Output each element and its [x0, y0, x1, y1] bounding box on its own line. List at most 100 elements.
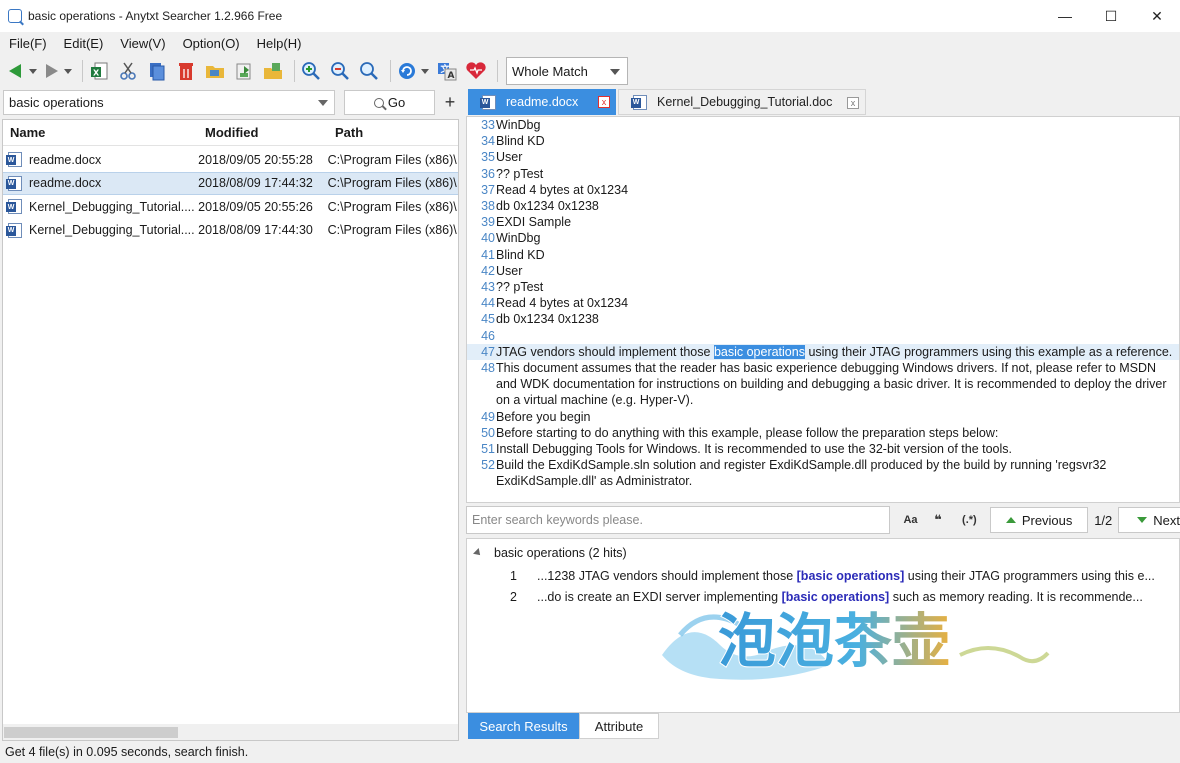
result-keyword: [basic operations] [781, 589, 890, 604]
file-row-selected[interactable]: readme.docx 2018/08/09 17:44:32 C:\Progr… [3, 171, 458, 195]
open-with-icon[interactable] [261, 59, 285, 83]
tab-attribute[interactable]: Attribute [579, 713, 659, 739]
file-name: readme.docx [29, 176, 102, 191]
cut-icon[interactable] [116, 59, 140, 83]
menu-edit[interactable]: Edit(E) [59, 36, 109, 51]
word-doc-icon [631, 94, 647, 110]
forward-icon[interactable] [43, 59, 61, 83]
result-snippet: ...do is create an EXDI server implement… [537, 589, 1143, 604]
next-button[interactable]: Next [1118, 507, 1180, 533]
file-list-header: Name Modified Path [3, 120, 458, 146]
line-number: 50 [481, 425, 495, 440]
scrollbar-thumb[interactable] [4, 727, 178, 738]
preview-line: 52 Build the ExdiKdSample.sln solution an… [467, 457, 1179, 489]
status-text: Get 4 file(s) in 0.095 seconds, search f… [5, 745, 249, 759]
back-dropdown-icon[interactable] [29, 68, 37, 74]
zoom-reset-icon[interactable] [357, 59, 381, 83]
file-name: Kernel_Debugging_Tutorial.... [29, 199, 195, 214]
keyword-highlight: basic operations [713, 344, 805, 359]
close-tab-icon[interactable]: x [847, 97, 859, 109]
line-number: 44 [481, 296, 495, 311]
file-path: C:\Program Files (x86)\ [327, 176, 457, 191]
close-button[interactable]: ✕ [1134, 0, 1180, 32]
preview-line: 50 Before starting to do anything with th… [467, 425, 1179, 441]
column-header-modified[interactable]: Modified [199, 125, 329, 140]
previous-button[interactable]: Previous [990, 507, 1089, 533]
next-label: Next [1153, 512, 1180, 528]
file-list: Name Modified Path readme.docx 2018/09/0… [2, 119, 459, 741]
preview-line: 39 EXDI Sample [467, 214, 1179, 230]
whole-word-toggle[interactable]: ❝ [929, 512, 946, 528]
file-row[interactable]: Kernel_Debugging_Tutorial.... 2018/08/09… [3, 219, 458, 243]
menu-bar: File(F) Edit(E) View(V) Option(O) Help(H… [0, 32, 1180, 54]
menu-file[interactable]: File(F) [4, 36, 52, 51]
file-row[interactable]: Kernel_Debugging_Tutorial.... 2018/09/05… [3, 195, 458, 219]
line-number: 46 [481, 328, 495, 343]
app-search-icon [8, 9, 22, 23]
refresh-dropdown-icon[interactable] [421, 68, 429, 74]
file-path: C:\Program Files (x86)\ [327, 199, 457, 214]
file-modified: 2018/09/05 20:55:28 [198, 152, 313, 167]
refresh-icon[interactable] [395, 59, 419, 83]
back-icon[interactable] [8, 59, 26, 83]
minimize-button[interactable]: — [1042, 0, 1088, 32]
column-header-path[interactable]: Path [329, 125, 363, 140]
line-number: 47 [481, 344, 495, 359]
search-history-dropdown-icon[interactable] [318, 100, 328, 106]
tab-readme[interactable]: readme.docx x [468, 89, 616, 115]
match-mode-select[interactable]: Whole Match [506, 57, 628, 85]
menu-option[interactable]: Option(O) [178, 36, 245, 51]
svg-text:A: A [448, 71, 455, 81]
go-button[interactable]: Go [344, 90, 435, 115]
search-input[interactable]: basic operations [3, 90, 335, 115]
zoom-in-icon[interactable] [299, 59, 323, 83]
menu-view[interactable]: View(V) [115, 36, 170, 51]
line-text: User [496, 150, 523, 165]
word-doc-icon [6, 222, 22, 238]
result-group[interactable]: basic operations (2 hits) [467, 541, 1179, 565]
copy-icon[interactable] [145, 59, 169, 83]
word-doc-icon [6, 199, 22, 215]
preview-line: 51 Install Debugging Tools for Windows. I… [467, 441, 1179, 457]
add-search-button[interactable]: + [440, 90, 460, 115]
expand-triangle-icon[interactable] [473, 548, 483, 558]
close-tab-icon[interactable]: x [598, 96, 610, 108]
horizontal-scrollbar[interactable] [3, 724, 458, 740]
line-number: 41 [481, 247, 495, 262]
translate-icon[interactable]: 文A [435, 59, 459, 83]
tab-kernel-debugging[interactable]: Kernel_Debugging_Tutorial.doc x [618, 89, 866, 115]
donate-heart-icon[interactable] [464, 59, 488, 83]
line-text: Blind KD [496, 134, 545, 149]
search-icon [373, 97, 384, 108]
toolbar-separator [497, 60, 498, 82]
delete-icon[interactable] [174, 59, 198, 83]
match-case-toggle[interactable]: Aa [902, 514, 919, 526]
line-number: 43 [481, 280, 495, 295]
column-header-name[interactable]: Name [3, 125, 199, 140]
line-text: Read 4 bytes at 0x1234 [496, 296, 629, 311]
result-row[interactable]: 1 ...1238 JTAG vendors should implement … [467, 565, 1179, 586]
find-keywords-input[interactable]: Enter search keywords please. [466, 506, 890, 534]
export-excel-icon[interactable]: X [87, 59, 111, 83]
word-doc-icon [6, 152, 22, 168]
line-number: 52 [481, 458, 495, 473]
preview-line: 38 db 0x1234 0x1238 [467, 198, 1179, 214]
result-row[interactable]: 2 ...do is create an EXDI server impleme… [467, 586, 1179, 607]
tab-search-results[interactable]: Search Results [468, 713, 579, 739]
toolbar-separator [82, 60, 83, 82]
line-number: 45 [481, 312, 495, 327]
menu-help[interactable]: Help(H) [252, 36, 307, 51]
result-number: 2 [510, 589, 517, 604]
line-number: 51 [481, 442, 495, 457]
open-folder-icon[interactable] [203, 59, 227, 83]
forward-dropdown-icon[interactable] [64, 68, 72, 74]
document-tabs: readme.docx x Kernel_Debugging_Tutorial.… [468, 89, 1180, 115]
document-preview[interactable]: 33 WinDbg 34 Blind KD 35 User 36?? pTest 37 Read… [466, 116, 1180, 503]
file-row[interactable]: readme.docx 2018/09/05 20:55:28 C:\Progr… [3, 148, 458, 172]
maximize-button[interactable]: ☐ [1088, 0, 1134, 32]
zoom-out-icon[interactable] [328, 59, 352, 83]
regex-toggle[interactable]: (.*) [957, 514, 982, 526]
file-modified: 2018/08/09 17:44:32 [198, 176, 313, 191]
open-file-location-icon[interactable] [232, 59, 256, 83]
result-snippet: ...1238 JTAG vendors should implement th… [537, 568, 1155, 583]
